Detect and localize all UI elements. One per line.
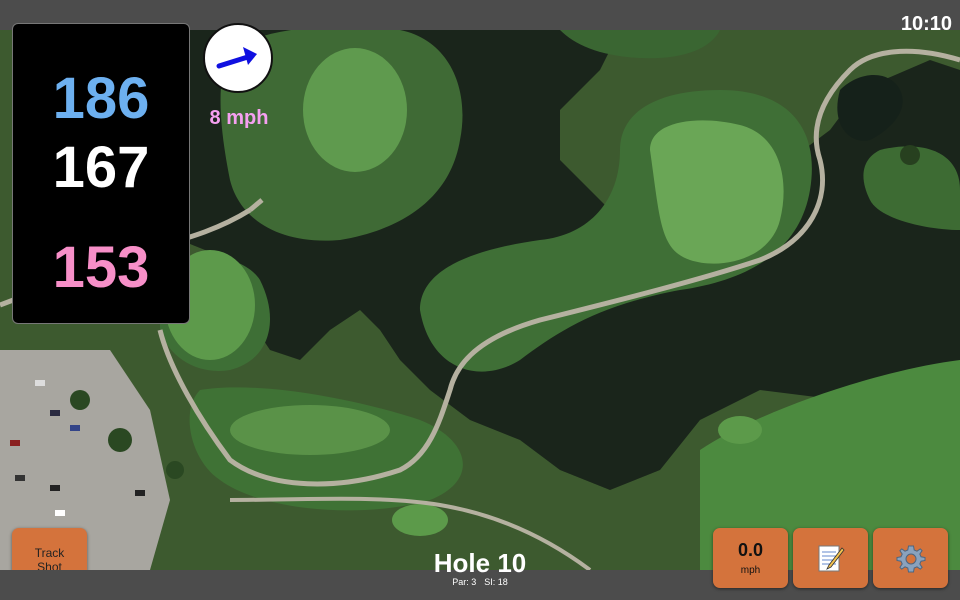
parking-car [50, 410, 60, 416]
wind-indicator [203, 23, 273, 93]
tree [108, 428, 132, 452]
distance-front: 153 [52, 235, 150, 300]
parking-car [35, 380, 45, 386]
tree [70, 390, 90, 410]
wind-speed: 8 mph [209, 107, 269, 129]
green-top-left [303, 48, 407, 172]
parking-car [135, 490, 145, 496]
parking-car [10, 440, 20, 446]
parking-car [15, 475, 25, 481]
parking-car [50, 485, 60, 491]
notepad-icon [818, 545, 845, 572]
distance-back: 186 [52, 66, 150, 131]
green-center [650, 120, 784, 264]
speed-value: 0.0 [737, 540, 764, 560]
parking-car [70, 425, 80, 431]
hole-si: SI: 18 [484, 577, 508, 587]
hole-par: Par: 3 [452, 577, 477, 587]
green-bottom [230, 405, 390, 455]
green-right-small [718, 416, 762, 444]
speed-button[interactable]: 0.0 mph [713, 528, 788, 588]
gear-icon [896, 545, 926, 573]
settings-button[interactable] [873, 528, 948, 588]
arrow-icon [216, 47, 257, 69]
hole-title: Hole 10 [433, 548, 527, 578]
tree [900, 145, 920, 165]
speed-unit: mph [740, 565, 761, 576]
distance-panel: 186 167 153 [12, 23, 190, 324]
notes-button[interactable] [793, 528, 868, 588]
hole-info: Par: 3 SI: 18 [380, 577, 580, 587]
distance-middle: 167 [52, 135, 150, 200]
tree [166, 461, 184, 479]
green-bottom-small [392, 504, 448, 536]
parking-car [55, 510, 65, 516]
track-shot-label-line1: Track [34, 546, 65, 560]
